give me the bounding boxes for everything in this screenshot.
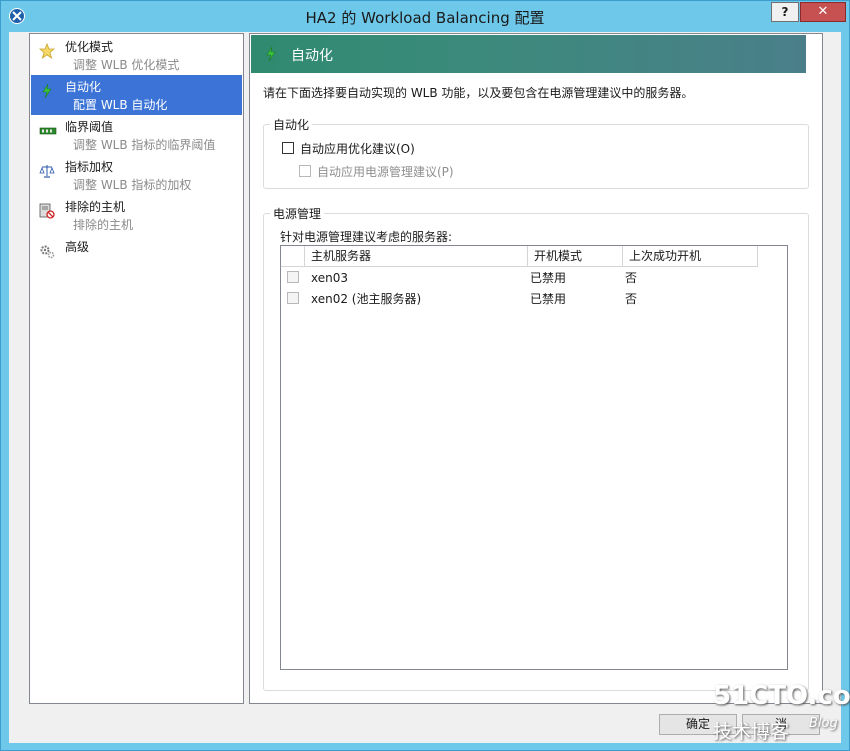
watermark-blog-en: Blog bbox=[809, 716, 838, 731]
auto-apply-power-checkbox[interactable] bbox=[299, 165, 311, 177]
column-header-host-server[interactable]: 主机服务器 bbox=[305, 246, 528, 267]
column-header-power-on-mode[interactable]: 开机模式 bbox=[528, 246, 623, 267]
nav-item-automation[interactable]: 自动化 配置 WLB 自动化 bbox=[31, 75, 242, 115]
servers-label: 针对电源管理建议考虑的服务器: bbox=[280, 230, 453, 244]
auto-apply-optimization-label[interactable]: 自动应用优化建议(O) bbox=[300, 140, 415, 157]
nav-item-metric-weighting[interactable]: 指标加权 调整 WLB 指标的加权 bbox=[31, 155, 242, 195]
power-on-mode: 已禁用 bbox=[530, 292, 567, 306]
nav-item-title: 自动化 bbox=[65, 80, 102, 94]
auto-apply-power-label[interactable]: 自动应用电源管理建议(P) bbox=[317, 163, 454, 180]
nav-item-subtitle: 排除的主机 bbox=[73, 218, 134, 232]
help-button[interactable]: ? bbox=[771, 2, 799, 22]
last-power-on: 否 bbox=[625, 292, 638, 306]
close-button[interactable]: ✕ bbox=[800, 2, 846, 22]
lightning-icon bbox=[39, 83, 55, 99]
watermark-blog-cn: 技术博客 bbox=[713, 721, 790, 743]
select-column-header[interactable] bbox=[281, 246, 305, 267]
server-checkbox[interactable] bbox=[287, 292, 299, 304]
nav-item-subtitle: 配置 WLB 自动化 bbox=[73, 98, 168, 112]
server-name: xen03 bbox=[311, 271, 348, 285]
nav-item-title: 临界阈值 bbox=[65, 120, 114, 134]
dialog-window: HA2 的 Workload Balancing 配置 ? ✕ 优化模式 调整 … bbox=[0, 0, 850, 751]
power-on-mode: 已禁用 bbox=[530, 271, 567, 285]
column-header-last-power-on[interactable]: 上次成功开机 bbox=[623, 246, 758, 267]
group-legend: 电源管理 bbox=[270, 205, 325, 222]
title-bar[interactable]: HA2 的 Workload Balancing 配置 ? ✕ bbox=[1, 1, 849, 32]
scale-icon bbox=[39, 163, 55, 179]
table-row[interactable]: xen03 已禁用 否 bbox=[281, 268, 787, 288]
nav-item-excluded-hosts[interactable]: 排除的主机 排除的主机 bbox=[31, 195, 242, 235]
nav-item-optimization-mode[interactable]: 优化模式 调整 WLB 优化模式 bbox=[31, 35, 242, 75]
dialog-client-area: 优化模式 调整 WLB 优化模式 自动化 配置 WLB 自动化 临界阈值 调整 … bbox=[9, 32, 841, 743]
auto-apply-optimization-checkbox[interactable] bbox=[282, 142, 294, 154]
automation-page: 自动化 请在下面选择要自动实现的 WLB 功能，以及要包含在电源管理建议中的服务… bbox=[249, 33, 823, 704]
excluded-host-icon bbox=[39, 203, 55, 219]
page-description: 请在下面选择要自动实现的 WLB 功能，以及要包含在电源管理建议中的服务器。 bbox=[263, 86, 694, 100]
star-icon bbox=[38, 42, 56, 59]
nav-item-title: 高级 bbox=[65, 240, 90, 254]
nav-item-critical-thresholds[interactable]: 临界阈值 调整 WLB 指标的临界阈值 bbox=[31, 115, 242, 155]
settings-nav: 优化模式 调整 WLB 优化模式 自动化 配置 WLB 自动化 临界阈值 调整 … bbox=[29, 33, 244, 704]
page-header: 自动化 bbox=[251, 35, 806, 73]
page-title: 自动化 bbox=[291, 48, 333, 64]
table-row[interactable]: xen02 (池主服务器) 已禁用 否 bbox=[281, 289, 787, 309]
window-title: HA2 的 Workload Balancing 配置 bbox=[305, 9, 545, 27]
nav-item-subtitle: 调整 WLB 指标的临界阈值 bbox=[73, 138, 216, 152]
servers-table: 主机服务器 开机模式 上次成功开机 xen03 已禁用 否 xen02 (池主服… bbox=[280, 245, 788, 670]
group-legend: 自动化 bbox=[270, 116, 313, 133]
last-power-on: 否 bbox=[625, 271, 638, 285]
nav-item-advanced[interactable]: 高级 bbox=[31, 235, 242, 275]
server-checkbox[interactable] bbox=[287, 271, 299, 283]
gears-icon bbox=[39, 243, 55, 259]
nav-item-title: 排除的主机 bbox=[65, 200, 126, 214]
watermark-logo: 51CTO.com bbox=[713, 681, 850, 711]
nav-item-title: 优化模式 bbox=[65, 40, 114, 54]
nav-item-title: 指标加权 bbox=[65, 160, 114, 174]
nav-item-subtitle: 调整 WLB 指标的加权 bbox=[73, 178, 192, 192]
lightning-icon bbox=[263, 46, 279, 65]
automation-group: 自动化 自动应用优化建议(O) 自动应用电源管理建议(P) bbox=[263, 116, 809, 189]
nav-item-subtitle: 调整 WLB 优化模式 bbox=[73, 58, 180, 72]
server-name: xen02 (池主服务器) bbox=[311, 292, 422, 306]
memory-icon bbox=[39, 123, 57, 139]
